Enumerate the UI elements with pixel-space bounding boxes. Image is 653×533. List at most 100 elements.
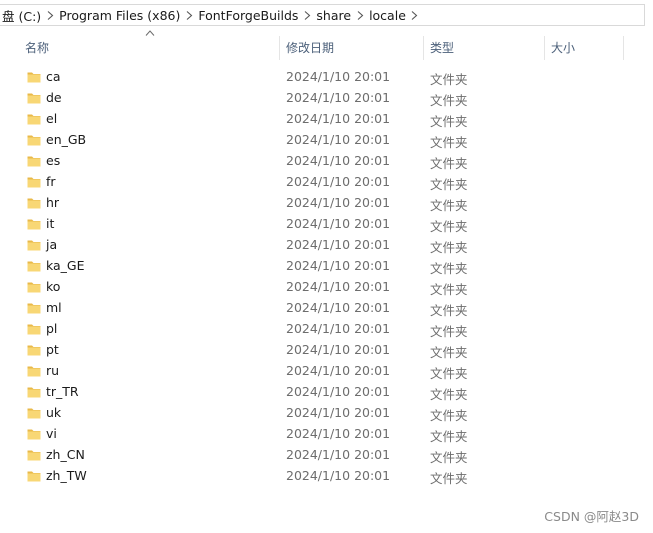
file-type: 文件夹 bbox=[430, 93, 468, 108]
column-header-row: 名称 修改日期 类型 大小 bbox=[0, 34, 653, 60]
folder-icon bbox=[27, 450, 41, 461]
file-modified-date: 2024/1/10 20:01 bbox=[286, 279, 391, 294]
file-type: 文件夹 bbox=[430, 114, 468, 129]
chevron-right-icon[interactable] bbox=[300, 5, 314, 25]
folder-icon bbox=[27, 324, 41, 335]
file-row[interactable]: zh_TW 2024/1/10 20:01 文件夹 bbox=[0, 466, 653, 487]
file-row[interactable]: it 2024/1/10 20:01 文件夹 bbox=[0, 214, 653, 235]
file-name: pl bbox=[46, 321, 58, 336]
file-type: 文件夹 bbox=[430, 135, 468, 150]
chevron-right-icon[interactable] bbox=[353, 5, 367, 25]
file-name: ka_GE bbox=[46, 258, 85, 273]
file-row[interactable]: ml 2024/1/10 20:01 文件夹 bbox=[0, 298, 653, 319]
file-modified-date: 2024/1/10 20:01 bbox=[286, 405, 391, 420]
file-name: es bbox=[46, 153, 61, 168]
file-modified-date: 2024/1/10 20:01 bbox=[286, 132, 391, 147]
file-name: ru bbox=[46, 363, 60, 378]
folder-icon bbox=[27, 72, 41, 83]
chevron-right-icon[interactable] bbox=[182, 5, 196, 25]
watermark: CSDN @阿赵3D bbox=[544, 509, 639, 524]
file-row[interactable]: es 2024/1/10 20:01 文件夹 bbox=[0, 151, 653, 172]
file-name: zh_TW bbox=[46, 468, 87, 483]
file-type: 文件夹 bbox=[430, 282, 468, 297]
file-modified-date: 2024/1/10 20:01 bbox=[286, 426, 391, 441]
breadcrumb-program-files[interactable]: Program Files (x86) bbox=[57, 5, 182, 25]
file-list: ca 2024/1/10 20:01 文件夹 de 2024/1/10 20:01 文件夹… bbox=[0, 67, 653, 487]
file-modified-date: 2024/1/10 20:01 bbox=[286, 153, 391, 168]
breadcrumb-drive[interactable]: 盘 (C:) bbox=[0, 5, 43, 25]
folder-icon bbox=[27, 114, 41, 125]
file-type: 文件夹 bbox=[430, 303, 468, 318]
file-modified-date: 2024/1/10 20:01 bbox=[286, 237, 391, 252]
file-name: fr bbox=[46, 174, 56, 189]
breadcrumb-share[interactable]: share bbox=[314, 5, 353, 25]
file-row[interactable]: ko 2024/1/10 20:01 文件夹 bbox=[0, 277, 653, 298]
file-row[interactable]: zh_CN 2024/1/10 20:01 文件夹 bbox=[0, 445, 653, 466]
file-row[interactable]: pt 2024/1/10 20:01 文件夹 bbox=[0, 340, 653, 361]
file-row[interactable]: tr_TR 2024/1/10 20:01 文件夹 bbox=[0, 382, 653, 403]
file-type: 文件夹 bbox=[430, 156, 468, 171]
file-modified-date: 2024/1/10 20:01 bbox=[286, 111, 391, 126]
file-type: 文件夹 bbox=[430, 450, 468, 465]
file-type: 文件夹 bbox=[430, 345, 468, 360]
column-header-date[interactable]: 修改日期 bbox=[280, 34, 423, 60]
folder-icon bbox=[27, 177, 41, 188]
file-name: ja bbox=[46, 237, 58, 252]
file-modified-date: 2024/1/10 20:01 bbox=[286, 342, 391, 357]
file-type: 文件夹 bbox=[430, 72, 468, 87]
file-row[interactable]: el 2024/1/10 20:01 文件夹 bbox=[0, 109, 653, 130]
file-row[interactable]: hr 2024/1/10 20:01 文件夹 bbox=[0, 193, 653, 214]
file-type: 文件夹 bbox=[430, 471, 468, 486]
chevron-right-icon[interactable] bbox=[408, 5, 422, 25]
address-bar[interactable]: 盘 (C:) Program Files (x86) FontForgeBuil… bbox=[0, 4, 645, 26]
file-modified-date: 2024/1/10 20:01 bbox=[286, 258, 391, 273]
file-row[interactable]: pl 2024/1/10 20:01 文件夹 bbox=[0, 319, 653, 340]
file-name: it bbox=[46, 216, 55, 231]
file-name: zh_CN bbox=[46, 447, 85, 462]
folder-icon bbox=[27, 408, 41, 419]
file-modified-date: 2024/1/10 20:01 bbox=[286, 174, 391, 189]
column-header-type[interactable]: 类型 bbox=[424, 34, 544, 60]
file-explorer-window: 盘 (C:) Program Files (x86) FontForgeBuil… bbox=[0, 0, 653, 533]
file-type: 文件夹 bbox=[430, 429, 468, 444]
file-row[interactable]: en_GB 2024/1/10 20:01 文件夹 bbox=[0, 130, 653, 151]
folder-icon bbox=[27, 93, 41, 104]
file-row[interactable]: vi 2024/1/10 20:01 文件夹 bbox=[0, 424, 653, 445]
file-row[interactable]: ka_GE 2024/1/10 20:01 文件夹 bbox=[0, 256, 653, 277]
file-name: vi bbox=[46, 426, 57, 441]
folder-icon bbox=[27, 471, 41, 482]
file-row[interactable]: ja 2024/1/10 20:01 文件夹 bbox=[0, 235, 653, 256]
column-header-name[interactable]: 名称 bbox=[19, 34, 279, 60]
file-row[interactable]: fr 2024/1/10 20:01 文件夹 bbox=[0, 172, 653, 193]
file-name: pt bbox=[46, 342, 59, 357]
file-name: hr bbox=[46, 195, 60, 210]
chevron-right-icon[interactable] bbox=[43, 5, 57, 25]
file-type: 文件夹 bbox=[430, 198, 468, 213]
file-name: el bbox=[46, 111, 58, 126]
breadcrumb-fontforgebuilds[interactable]: FontForgeBuilds bbox=[196, 5, 300, 25]
file-type: 文件夹 bbox=[430, 387, 468, 402]
file-modified-date: 2024/1/10 20:01 bbox=[286, 447, 391, 462]
file-row[interactable]: de 2024/1/10 20:01 文件夹 bbox=[0, 88, 653, 109]
file-row[interactable]: ru 2024/1/10 20:01 文件夹 bbox=[0, 361, 653, 382]
file-name: tr_TR bbox=[46, 384, 79, 399]
file-row[interactable]: uk 2024/1/10 20:01 文件夹 bbox=[0, 403, 653, 424]
column-header-size[interactable]: 大小 bbox=[545, 34, 623, 60]
folder-icon bbox=[27, 429, 41, 440]
folder-icon bbox=[27, 303, 41, 314]
file-modified-date: 2024/1/10 20:01 bbox=[286, 363, 391, 378]
file-name: ko bbox=[46, 279, 61, 294]
breadcrumb-locale[interactable]: locale bbox=[367, 5, 408, 25]
file-type: 文件夹 bbox=[430, 177, 468, 192]
file-type: 文件夹 bbox=[430, 219, 468, 234]
file-type: 文件夹 bbox=[430, 324, 468, 339]
column-divider[interactable] bbox=[623, 36, 624, 60]
file-modified-date: 2024/1/10 20:01 bbox=[286, 69, 391, 84]
folder-icon bbox=[27, 282, 41, 293]
file-modified-date: 2024/1/10 20:01 bbox=[286, 300, 391, 315]
file-row[interactable]: ca 2024/1/10 20:01 文件夹 bbox=[0, 67, 653, 88]
file-name: de bbox=[46, 90, 62, 105]
folder-icon bbox=[27, 135, 41, 146]
file-name: ca bbox=[46, 69, 61, 84]
file-modified-date: 2024/1/10 20:01 bbox=[286, 90, 391, 105]
